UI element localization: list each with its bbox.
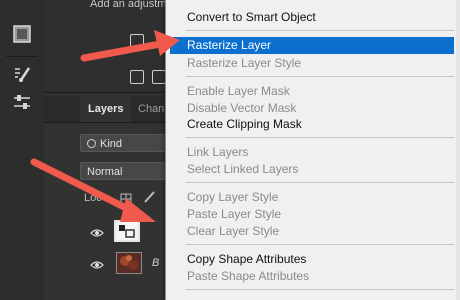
annotation-arrows bbox=[30, 30, 180, 222]
annotation-arrow-rasterize bbox=[80, 30, 180, 62]
annotation-arrow-layer bbox=[30, 158, 156, 222]
